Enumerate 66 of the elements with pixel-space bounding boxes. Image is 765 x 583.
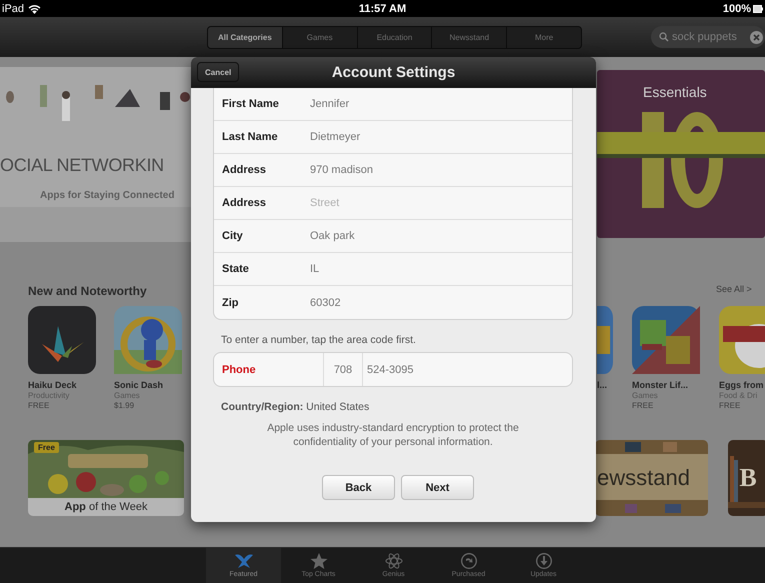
clear-icon[interactable] xyxy=(750,30,763,44)
field-label: City xyxy=(221,230,244,242)
see-all-link[interactable]: See All > xyxy=(716,284,765,298)
app-name: Monster Lif... xyxy=(632,380,689,390)
banner-title: Essentials xyxy=(643,84,708,100)
field-label: State xyxy=(221,263,250,275)
text-field[interactable]: Jennifer xyxy=(310,98,572,110)
banner-subtitle: Apps for Staying Connected xyxy=(40,190,174,201)
text-field[interactable]: 970 madison xyxy=(310,164,572,176)
promo-caption: App of the Week xyxy=(64,500,148,515)
section-title: New and Noteworthy xyxy=(28,284,148,298)
field-label: Address xyxy=(221,164,268,176)
text-field[interactable]: Street xyxy=(310,197,572,209)
device-name: iPad xyxy=(2,2,24,14)
star-icon xyxy=(308,553,328,569)
status-time: 11:57 AM xyxy=(358,2,406,14)
app-icon[interactable] xyxy=(597,306,613,374)
promo-caption: ewsstand xyxy=(597,465,690,491)
text-field[interactable]: Dietmeyer xyxy=(310,131,572,143)
area-code-field[interactable]: 708 xyxy=(323,353,363,386)
battery-icon xyxy=(753,4,763,12)
app-name: Sonic Dash xyxy=(114,380,164,390)
field-label: Zip xyxy=(221,296,240,308)
app-name: Eggs from xyxy=(719,380,765,390)
cancel-button[interactable]: Cancel xyxy=(197,62,240,82)
banner-title: OCIAL NETWORKIN xyxy=(0,155,164,176)
atom-icon xyxy=(384,553,404,569)
text-field[interactable]: IL xyxy=(310,263,572,275)
promo-card[interactable]: B xyxy=(728,440,765,516)
app-icon[interactable] xyxy=(28,306,96,374)
promo-card[interactable]: Free App of the Week xyxy=(28,440,184,516)
search-icon xyxy=(659,32,669,42)
field-label: First Name xyxy=(221,98,280,110)
dialog-button[interactable]: Back xyxy=(322,475,395,500)
field-label: Phone xyxy=(221,364,257,376)
text-field[interactable]: Oak park xyxy=(310,230,572,242)
field-label: Address xyxy=(221,197,268,209)
app-price: FREE xyxy=(719,401,742,410)
promo-banner[interactable]: OCIAL NETWORKIN Apps for Staying Connected xyxy=(0,67,192,242)
category-tab[interactable]: More xyxy=(506,26,581,48)
search-input[interactable]: sock puppets xyxy=(672,31,747,43)
app-icon[interactable] xyxy=(632,306,700,374)
download-icon xyxy=(534,553,554,569)
search-field[interactable]: sock puppets xyxy=(651,26,765,48)
encryption-notice: Apple uses industry-standard encryption to protect the confidentiality of your personal information. xyxy=(266,421,520,449)
wifi-icon xyxy=(28,4,42,14)
promo-banner[interactable]: Essentials xyxy=(597,70,765,238)
category-tab[interactable]: All Categories xyxy=(208,26,282,48)
promo-caption: B xyxy=(739,463,757,493)
promo-card[interactable]: ewsstand xyxy=(595,440,708,516)
field-label: Last Name xyxy=(221,131,279,143)
hint-text: To enter a number, tap the area code first. xyxy=(221,334,417,346)
dialog-button[interactable]: Next xyxy=(401,475,474,500)
phone-number-field[interactable]: 524-3095 xyxy=(363,364,572,376)
app-name: l... xyxy=(597,380,608,390)
app-price: $1.99 xyxy=(114,401,136,410)
app-price: FREE xyxy=(28,401,50,410)
app-price: FREE xyxy=(632,401,654,410)
app-icon[interactable] xyxy=(114,306,182,374)
dialog-title: Account Settings xyxy=(332,64,456,81)
text-field[interactable]: 60302 xyxy=(310,296,572,308)
country-text: Country/Region: United States xyxy=(221,401,370,413)
battery-percent: 100% xyxy=(722,2,751,14)
free-badge: Free xyxy=(34,442,59,453)
app-name: Haiku Deck xyxy=(28,380,78,390)
ribbon-icon xyxy=(234,553,254,569)
